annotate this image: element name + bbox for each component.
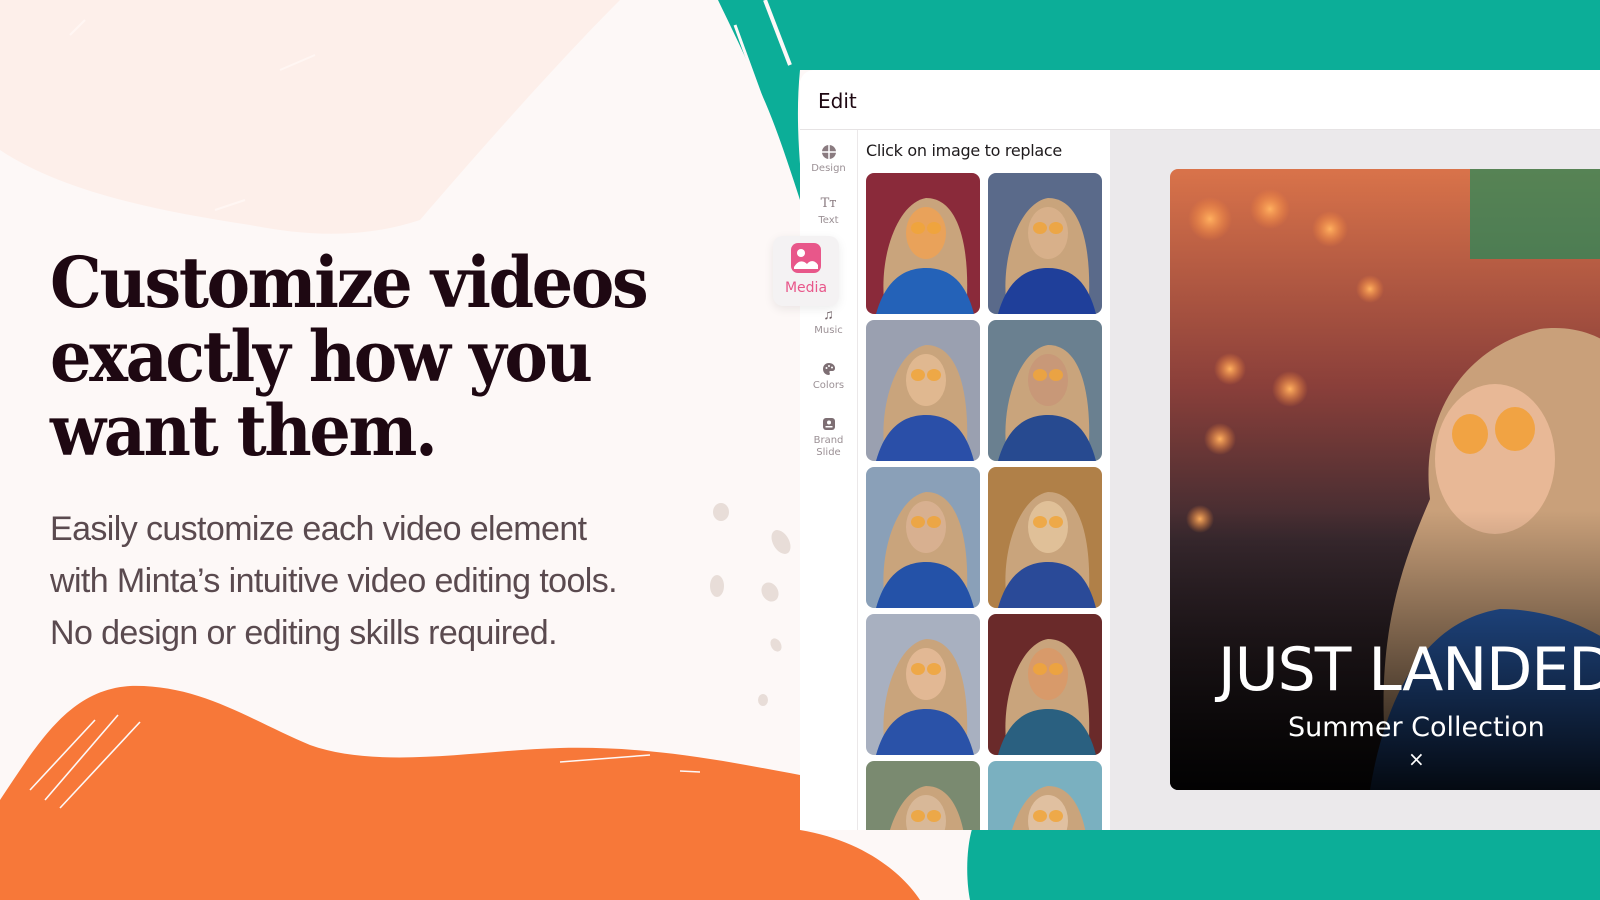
close-icon[interactable]: × <box>1408 747 1425 771</box>
preview-subtitle[interactable]: Summer Collection <box>1288 712 1545 743</box>
editor-panel: Edit Design Tᴛ Text ♫ Music Colors Brand… <box>800 70 1600 830</box>
beige-blob <box>0 0 620 234</box>
editor-title: Edit <box>818 89 857 113</box>
music-note-icon: ♫ <box>823 306 834 322</box>
speckles <box>710 503 791 706</box>
orange-blob <box>0 685 920 900</box>
canvas-area: JUST LANDED Summer Collection × <box>1110 130 1600 830</box>
sidebar-label: Colors <box>812 380 845 391</box>
editor-header: Edit <box>800 70 1600 130</box>
image-list: Click on image to replace <box>857 130 1110 830</box>
preview-title[interactable]: JUST LANDED <box>1218 635 1600 705</box>
sidebar-item-colors[interactable]: Colors <box>800 361 857 392</box>
sidebar-label: Slide <box>816 447 841 458</box>
hero-heading-line: want them. <box>50 389 438 472</box>
teal-brush-bottom <box>967 829 1600 900</box>
hero-subtext-line: No design or editing skills required. <box>50 614 558 652</box>
palette-icon <box>822 363 835 375</box>
sidebar-item-design[interactable]: Design <box>800 144 857 175</box>
images-hint: Click on image to replace <box>866 141 1062 160</box>
hero-subtext-line: with Minta’s intuitive video editing too… <box>50 562 618 600</box>
sidebar-item-media[interactable]: Media <box>773 236 839 306</box>
sidebar-label: Media <box>784 280 828 296</box>
image-thumbnail[interactable] <box>988 761 1102 830</box>
sidebar-label: Brand <box>813 435 844 446</box>
brand-slide-icon <box>822 418 835 430</box>
image-thumbnail[interactable] <box>988 320 1102 461</box>
text-icon: Tᴛ <box>820 196 837 211</box>
sidebar-item-music[interactable]: ♫ Music <box>800 306 857 337</box>
video-preview[interactable]: JUST LANDED Summer Collection × <box>1170 169 1600 790</box>
hero-heading-line: exactly how you <box>50 315 593 398</box>
sidebar-label: Design <box>811 163 846 174</box>
sidebar-label: Text <box>818 215 839 226</box>
layout-icon <box>821 145 836 159</box>
image-icon <box>791 243 821 273</box>
hero-subtext: Easily customize each video element with… <box>50 503 618 659</box>
image-thumbnail[interactable] <box>866 761 980 830</box>
image-thumbnail[interactable] <box>866 173 980 314</box>
hero-heading-line: Customize videos <box>50 241 649 324</box>
image-thumbnail[interactable] <box>988 467 1102 608</box>
sidebar-item-brand-slide[interactable]: Brand Slide <box>800 416 857 459</box>
sidebar-label: Music <box>814 325 843 336</box>
image-thumbnail[interactable] <box>988 614 1102 755</box>
image-thumbnail[interactable] <box>988 173 1102 314</box>
hero-subtext-line: Easily customize each video element <box>50 510 587 548</box>
image-thumbnail[interactable] <box>866 614 980 755</box>
hero-heading: Customize videos exactly how you want th… <box>50 246 720 468</box>
sidebar-item-text[interactable]: Tᴛ Text <box>800 196 857 227</box>
image-thumbnail[interactable] <box>866 320 980 461</box>
editor-sidebar: Design Tᴛ Text ♫ Music Colors Brand Slid… <box>800 130 858 830</box>
image-thumbnail[interactable] <box>866 467 980 608</box>
